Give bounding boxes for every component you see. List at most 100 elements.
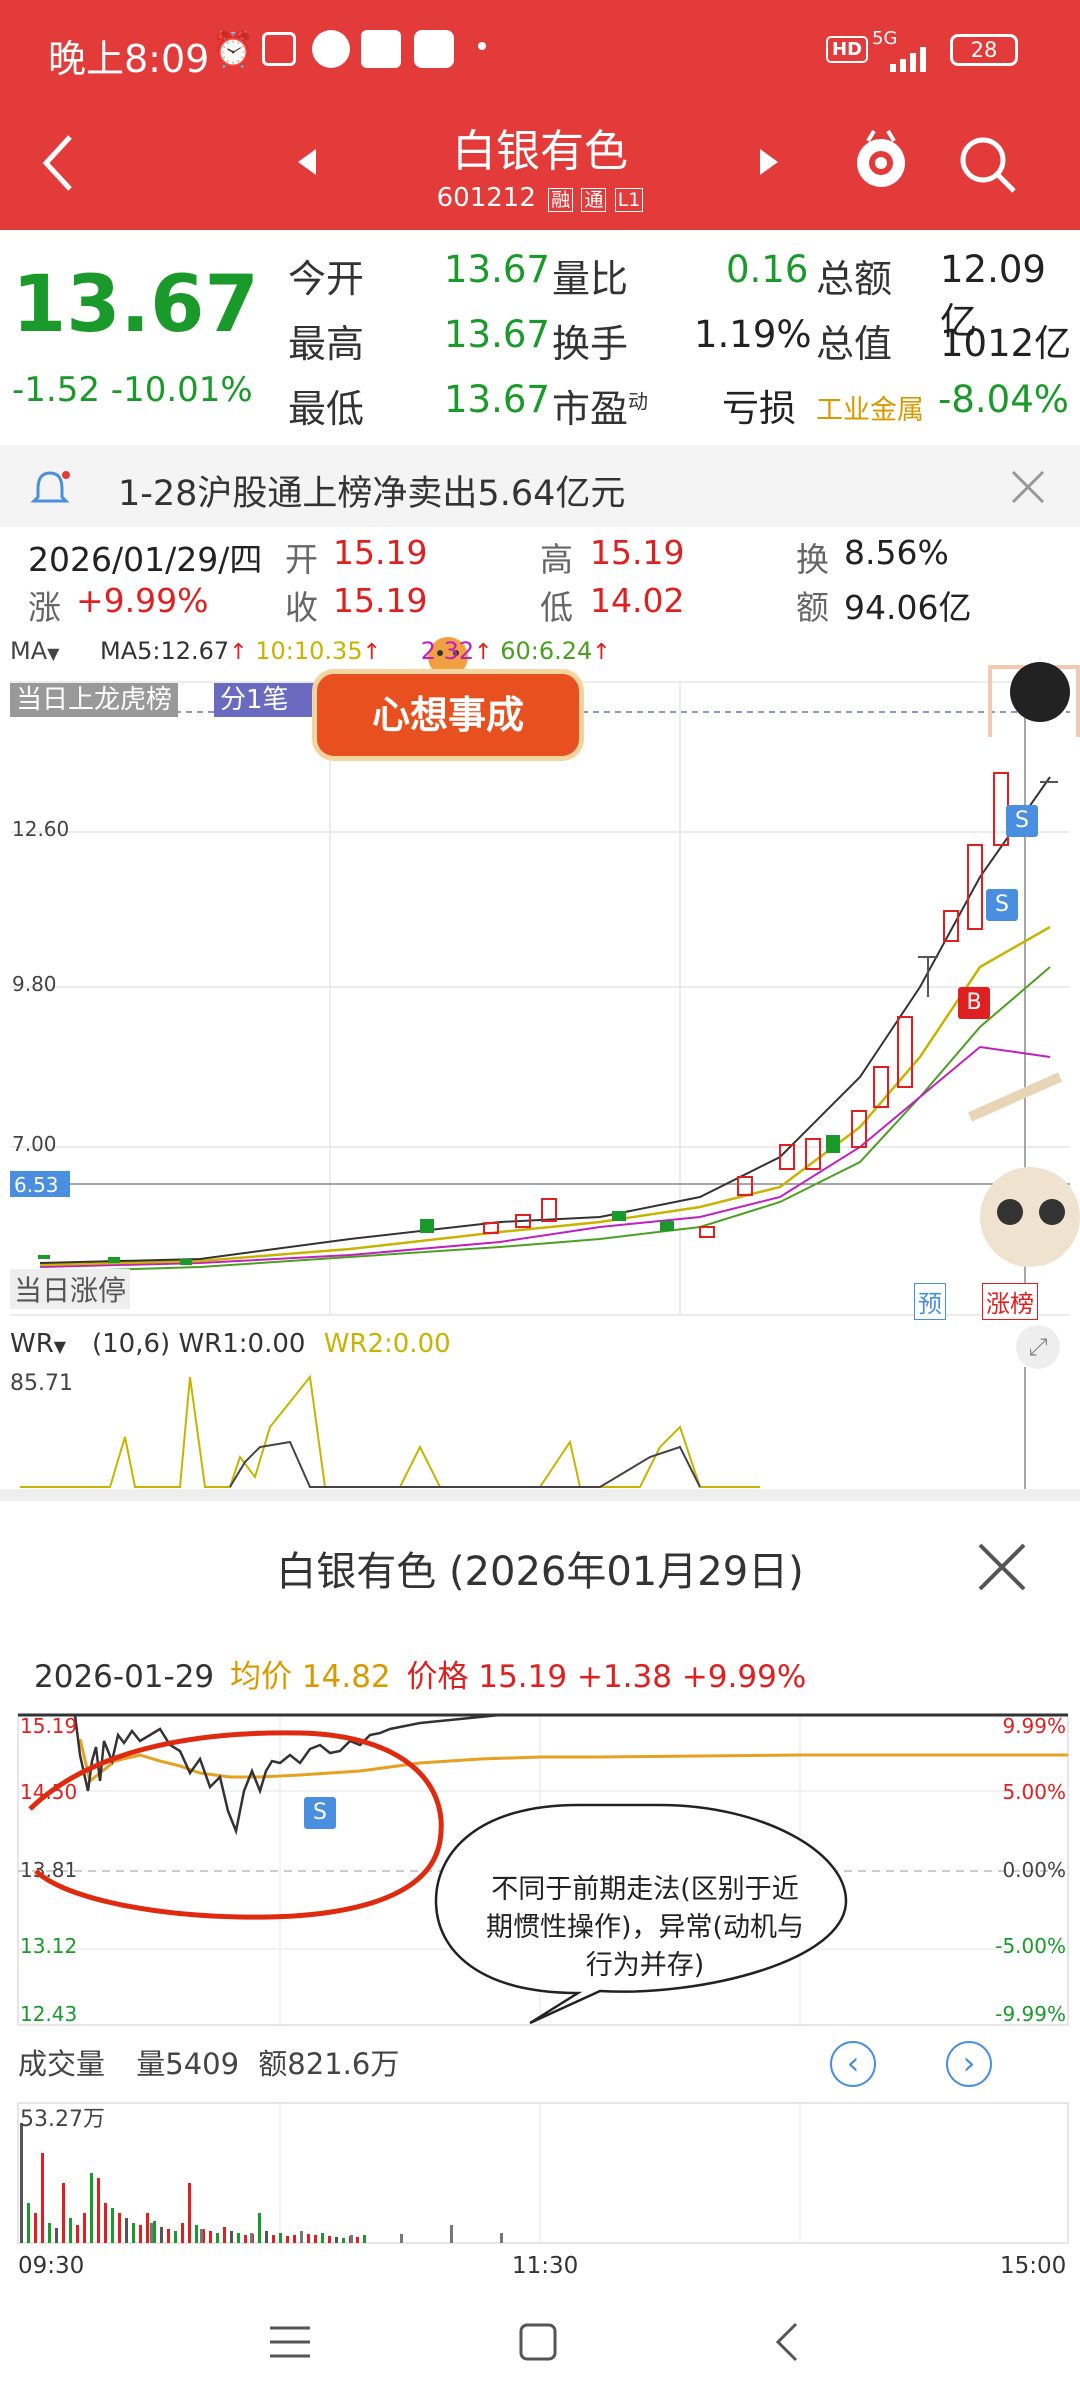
sell-marker-1[interactable]: S (1006, 805, 1038, 837)
broker-app-icon (414, 30, 454, 68)
detail-banner[interactable]: 分1笔 (214, 683, 324, 717)
notice-bar[interactable]: 1-28沪股通上榜净卖出5.64亿元 (0, 445, 1080, 527)
volume-bar (118, 2213, 121, 2243)
forecast-tag[interactable]: 预 (914, 1283, 946, 1320)
expand-icon[interactable]: ⤢ (1016, 1325, 1060, 1369)
video-app-icon (312, 30, 350, 68)
connect-tag: 通 (581, 188, 607, 212)
volume-bar (69, 2218, 72, 2243)
volume-bar (265, 2231, 268, 2243)
day-date: 2026/01/29/四 (28, 540, 263, 579)
volume-bar (97, 2178, 100, 2243)
avg-label: 均价 (230, 1659, 293, 1695)
close-popup-icon[interactable] (976, 1541, 1028, 1593)
intraday-title: 白银有色 (2026年01月29日) (276, 1549, 804, 1595)
kline-chart[interactable]: 12.60 9.80 7.00 6.53 MA▼ MA5:12.67↑ 10:1… (0, 627, 1080, 1320)
day-close-value: 15.19 (333, 581, 428, 620)
wr-params: (10,6) (92, 1329, 171, 1359)
volume-bar (160, 2227, 163, 2243)
volume-bar (195, 2225, 198, 2243)
amt-value: 821.6万 (287, 2047, 400, 2081)
low-label: 最低 (288, 387, 365, 431)
stock-code-line: 601212 融 通 L1 (0, 183, 1080, 213)
price-value: 15.19 (478, 1659, 568, 1695)
search-icon[interactable] (956, 133, 1020, 197)
market-cap-label: 总值 (816, 322, 893, 366)
candles (38, 772, 1058, 1265)
ma-selector[interactable]: MA▼ (10, 637, 59, 665)
volume-bar (111, 2208, 114, 2243)
volume-bar (307, 2234, 310, 2243)
wr-label: WR (10, 1329, 54, 1359)
volume-bar (153, 2221, 156, 2243)
volume-bar (450, 2225, 453, 2243)
volume-bar (272, 2235, 275, 2243)
dropdown-icon: ▼ (47, 644, 60, 663)
volume-bar (174, 2231, 177, 2243)
price-change: -1.52 -10.01% (12, 370, 253, 410)
wr-indicator[interactable]: WR▼ (10,6) WR1:0.00 WR2:0.00 ⤢ 85.71 (0, 1317, 1080, 1489)
volume-bar (356, 2237, 359, 2243)
home-icon[interactable] (518, 2322, 558, 2362)
ma10-line (39, 925, 1051, 1267)
wr-selector[interactable]: WR▼ (10, 1329, 66, 1359)
sell-marker-2[interactable]: S (986, 889, 1018, 921)
buy-marker[interactable]: B (958, 987, 990, 1019)
sector-label[interactable]: 工业金属 (816, 388, 924, 427)
mascot-icon[interactable] (848, 127, 914, 197)
volume-bar (34, 2213, 37, 2243)
intraday-sell-marker[interactable]: S (304, 1797, 336, 1829)
ma10-value: 10:10.35 (255, 637, 363, 665)
day-turnover-label: 换 (796, 540, 829, 579)
avg-price-line (78, 1738, 1068, 1784)
volume-bar (209, 2231, 212, 2243)
next-stock-icon[interactable] (758, 147, 780, 177)
prev-day-button[interactable]: ‹ (830, 2041, 876, 2087)
pe-label-sup: 动 (628, 389, 649, 414)
close-icon[interactable] (1010, 469, 1046, 505)
intraday-summary: 2026-01-29 均价 14.82 价格 15.19 +1.38 +9.99… (34, 1651, 806, 1696)
volume-bar (286, 2236, 289, 2243)
ma20-value-b: 32 (443, 637, 475, 665)
volume-bar (150, 2223, 153, 2243)
stock-code: 601212 (436, 183, 536, 213)
open-label: 今开 (288, 257, 365, 301)
volume-bar (48, 2223, 51, 2243)
limit-board-tag[interactable]: 涨榜 (982, 1283, 1038, 1320)
margin-tag: 融 (548, 188, 574, 212)
volume-bar (181, 2223, 184, 2243)
back-icon[interactable] (772, 2320, 802, 2364)
market-cap-value: 1012亿 (940, 322, 1072, 365)
next-day-button[interactable]: › (946, 2041, 992, 2087)
day-open-value: 15.19 (333, 533, 428, 572)
app-icon (262, 32, 296, 66)
turnover-value: 1.19% (694, 313, 812, 356)
day-turnover-value: 8.56% (844, 533, 949, 572)
high-value: 13.67 (444, 313, 550, 356)
wr2-value: WR2:0.00 (323, 1329, 451, 1359)
volume-bar (55, 2228, 58, 2243)
turnover-label: 换手 (552, 322, 629, 366)
volume-bar (230, 2231, 233, 2243)
y-1243: 12.43 (20, 2002, 77, 2026)
volume-bar (300, 2231, 303, 2243)
vol-value: 5409 (165, 2047, 240, 2081)
volume-bar (250, 2233, 253, 2243)
battery-icon: 28 (950, 34, 1018, 66)
bell-icon (30, 471, 70, 503)
volume-bar (223, 2227, 226, 2243)
quote-panel: 13.67 -1.52 -10.01% 今开 13.67 量比 0.16 总额 … (0, 230, 1080, 445)
sector-change: -8.04% (938, 378, 1069, 421)
volume-bar (216, 2233, 219, 2243)
amt-label: 额 (258, 2047, 288, 2081)
price-pct: +9.99% (681, 1659, 807, 1695)
volume-bar (83, 2213, 86, 2243)
volume-bar (328, 2236, 331, 2243)
battery-level: 28 (970, 38, 998, 62)
intraday-date: 2026-01-29 (34, 1659, 215, 1695)
volume-bar (350, 2235, 353, 2243)
dragon-tiger-banner[interactable]: 当日上龙虎榜 (10, 683, 179, 717)
last-price: 13.67 (12, 260, 259, 350)
amount-label: 总额 (816, 257, 893, 301)
menu-icon[interactable] (268, 2322, 312, 2362)
